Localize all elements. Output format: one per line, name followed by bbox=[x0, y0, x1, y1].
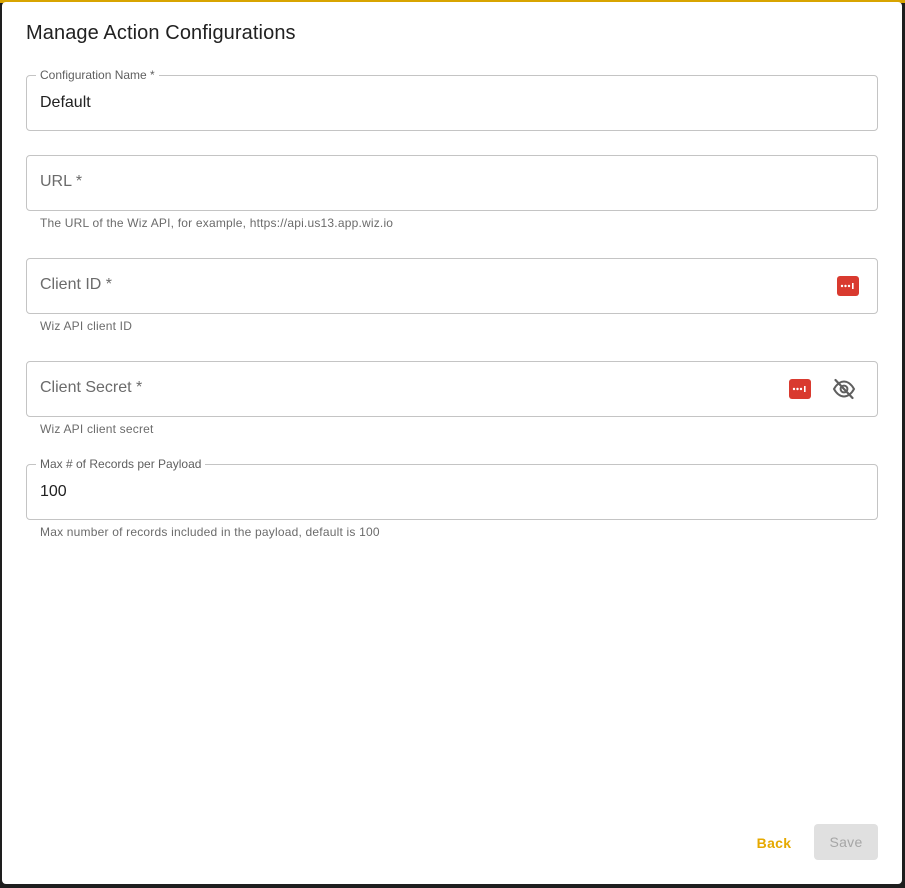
password-manager-icon[interactable] bbox=[789, 379, 811, 399]
url-placeholder: URL * bbox=[40, 173, 83, 190]
configuration-name-value: Default bbox=[40, 94, 91, 111]
client-id-helper-text: Wiz API client ID bbox=[40, 319, 133, 333]
url-field[interactable]: URL * bbox=[26, 155, 878, 211]
back-button[interactable]: Back bbox=[748, 826, 800, 860]
password-manager-icon[interactable] bbox=[837, 276, 859, 296]
client-secret-field[interactable]: Client Secret * bbox=[26, 361, 878, 417]
dialog-title: Manage Action Configurations bbox=[26, 22, 296, 44]
client-id-placeholder: Client ID * bbox=[40, 276, 113, 293]
max-records-value: 100 bbox=[40, 483, 67, 500]
visibility-off-icon[interactable] bbox=[831, 376, 857, 402]
client-secret-placeholder: Client Secret * bbox=[40, 379, 143, 396]
configuration-name-field[interactable]: Configuration Name * Default bbox=[26, 68, 878, 131]
client-secret-helper-text: Wiz API client secret bbox=[40, 422, 154, 436]
url-helper-text: The URL of the Wiz API, for example, htt… bbox=[40, 216, 394, 230]
max-records-helper-text: Max number of records included in the pa… bbox=[40, 525, 380, 539]
max-records-label: Max # of Records per Payload bbox=[36, 457, 206, 471]
configuration-name-label: Configuration Name * bbox=[36, 68, 159, 82]
max-records-field[interactable]: Max # of Records per Payload 100 bbox=[26, 457, 878, 520]
manage-action-configurations-dialog: Manage Action Configurations Configurati… bbox=[2, 2, 902, 884]
client-id-field[interactable]: Client ID * bbox=[26, 258, 878, 314]
save-button[interactable]: Save bbox=[814, 824, 878, 860]
